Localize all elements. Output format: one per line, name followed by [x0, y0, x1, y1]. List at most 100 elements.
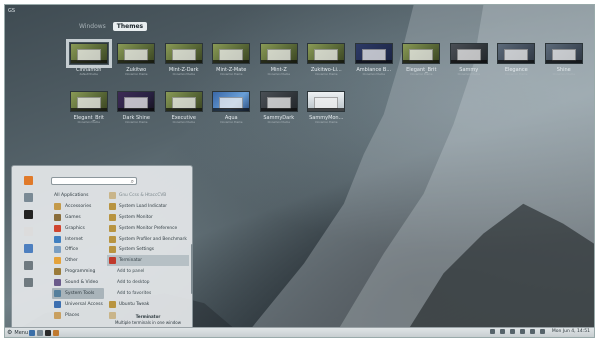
category-item[interactable]: Games — [52, 212, 104, 223]
theme-thumbnail[interactable] — [449, 43, 488, 64]
terminal-icon[interactable] — [23, 210, 33, 219]
lock-icon[interactable] — [23, 261, 33, 270]
theme-thumbnail[interactable] — [259, 43, 298, 64]
category-item[interactable]: Internet — [52, 234, 104, 245]
theme-item[interactable]: Zukitwo Cinnamon theme — [113, 43, 161, 76]
menu-button-label: Menu — [14, 329, 29, 336]
theme-thumbnail[interactable] — [307, 91, 346, 112]
theme-subtitle: Cinnamon theme — [552, 73, 575, 76]
category-icon — [54, 289, 61, 297]
category-item[interactable]: Places — [52, 310, 104, 321]
category-item[interactable]: Graphics — [52, 223, 104, 234]
bluetooth-icon[interactable] — [509, 329, 515, 334]
network-icon[interactable] — [489, 329, 495, 334]
search-input[interactable]: ⌕ — [51, 177, 137, 185]
volume-icon[interactable] — [519, 329, 525, 334]
theme-item[interactable]: Sammy Cinnamon theme — [445, 43, 493, 76]
browser-launcher-icon[interactable] — [53, 329, 59, 336]
theme-item[interactable]: Mint-Z-Dark Cinnamon theme — [160, 43, 208, 76]
clock[interactable]: Mon Jun 4, 14:51 — [552, 329, 590, 334]
theme-item[interactable]: Elegant_Brit Cinnamon theme — [398, 43, 446, 76]
application-item[interactable]: Terminator — [107, 255, 189, 267]
category-item[interactable]: Sound & Video — [52, 277, 104, 288]
theme-thumbnail[interactable] — [307, 43, 346, 64]
application-item[interactable]: System Monitor Preference — [107, 223, 189, 234]
theme-subtitle: Cinnamon theme — [172, 121, 195, 124]
theme-item[interactable]: Dark Shine Cinnamon theme — [113, 91, 161, 124]
tab-themes[interactable]: Themes — [112, 22, 148, 31]
application-icon — [109, 235, 116, 243]
theme-thumbnail[interactable] — [117, 43, 156, 64]
user-icon[interactable] — [539, 329, 545, 334]
theme-subtitle: default theme — [79, 73, 98, 76]
application-label: Add to desktop — [117, 280, 150, 286]
application-item[interactable]: System Load Indicator — [107, 201, 189, 212]
application-icon — [109, 202, 116, 210]
category-icon — [54, 246, 61, 254]
settings-icon[interactable] — [23, 244, 33, 253]
category-item[interactable]: System Tools — [52, 288, 104, 299]
thumbnail-panel — [70, 60, 107, 63]
theme-thumbnail[interactable] — [117, 91, 156, 112]
theme-thumbnail[interactable] — [259, 91, 298, 112]
theme-item[interactable]: Zukitwo-Li... Cinnamon theme — [303, 43, 351, 76]
theme-thumbnail[interactable] — [354, 43, 393, 64]
firefox-icon[interactable] — [23, 176, 33, 185]
category-item[interactable]: Accessories — [52, 201, 104, 212]
system-tray: Mon Jun 4, 14:51 — [489, 329, 590, 334]
application-icon — [109, 213, 116, 221]
battery-icon[interactable] — [529, 329, 535, 334]
menu-button[interactable]: ⚙ Menu — [7, 329, 28, 336]
theme-item[interactable]: Elegant_Brit Cinnamon theme — [65, 91, 113, 124]
context-menu-item[interactable]: Add to panel — [107, 266, 189, 277]
show-desktop-icon[interactable] — [29, 329, 35, 336]
category-item[interactable]: Other — [52, 255, 104, 266]
category-label: System Tools — [65, 290, 95, 296]
theme-thumbnail[interactable] — [402, 43, 441, 64]
category-item[interactable]: Office — [52, 244, 104, 255]
theme-item[interactable]: SammyDark Cinnamon theme — [255, 91, 303, 124]
update-icon[interactable] — [499, 329, 505, 334]
panel-launchers — [29, 329, 59, 336]
terminal-launcher-icon[interactable] — [45, 329, 51, 336]
theme-item[interactable]: SammyMon... Cinnamon theme — [303, 91, 351, 124]
category-item[interactable]: Programming — [52, 266, 104, 277]
theme-thumbnail[interactable] — [212, 43, 251, 64]
files-launcher-icon[interactable] — [37, 329, 43, 336]
theme-item[interactable]: Shine Cinnamon theme — [540, 43, 588, 76]
theme-item[interactable]: Mint-Z-Mate Cinnamon theme — [208, 43, 256, 76]
software-icon[interactable] — [23, 193, 33, 202]
thumbnail-panel — [118, 60, 155, 63]
application-item[interactable]: System Monitor — [107, 212, 189, 223]
category-item[interactable]: Universal Access — [52, 299, 104, 310]
theme-thumbnail[interactable] — [544, 43, 583, 64]
files-icon[interactable] — [23, 227, 33, 236]
theme-thumbnail[interactable] — [164, 91, 203, 112]
thumbnail-panel — [213, 60, 250, 63]
theme-item[interactable]: Executive Cinnamon theme — [160, 91, 208, 124]
application-item[interactable]: Gnu Ccss & HtaccCVB — [107, 190, 189, 201]
scrollbar[interactable] — [191, 244, 193, 294]
theme-thumbnail[interactable] — [65, 39, 112, 68]
category-item[interactable]: All Applications — [52, 190, 104, 201]
theme-subtitle: Cinnamon theme — [362, 73, 385, 76]
theme-item[interactable]: Ambiance B... Cinnamon theme — [350, 43, 398, 76]
category-icon — [54, 202, 61, 210]
category-label: Places — [65, 312, 80, 318]
application-item[interactable]: Ubuntu Tweak — [107, 299, 189, 310]
application-item[interactable]: System Profiler and Benchmark — [107, 234, 189, 245]
theme-thumbnail[interactable] — [497, 43, 536, 64]
theme-item[interactable]: Cinnamon default theme — [65, 39, 113, 76]
thumbnail-panel — [260, 108, 297, 111]
theme-thumbnail[interactable] — [69, 91, 108, 112]
context-menu-item[interactable]: Add to desktop — [107, 277, 189, 288]
tab-windows[interactable]: Windows — [75, 22, 110, 31]
theme-item[interactable]: Mint-Z Cinnamon theme — [255, 43, 303, 76]
theme-item[interactable]: Aqua Cinnamon theme — [208, 91, 256, 124]
theme-thumbnail[interactable] — [164, 43, 203, 64]
theme-thumbnail[interactable] — [212, 91, 251, 112]
application-item[interactable]: System Settings — [107, 244, 189, 255]
theme-item[interactable]: Elegance Cinnamon theme — [493, 43, 541, 76]
logout-icon[interactable] — [23, 278, 33, 287]
context-menu-item[interactable]: Add to favorites — [107, 288, 189, 299]
